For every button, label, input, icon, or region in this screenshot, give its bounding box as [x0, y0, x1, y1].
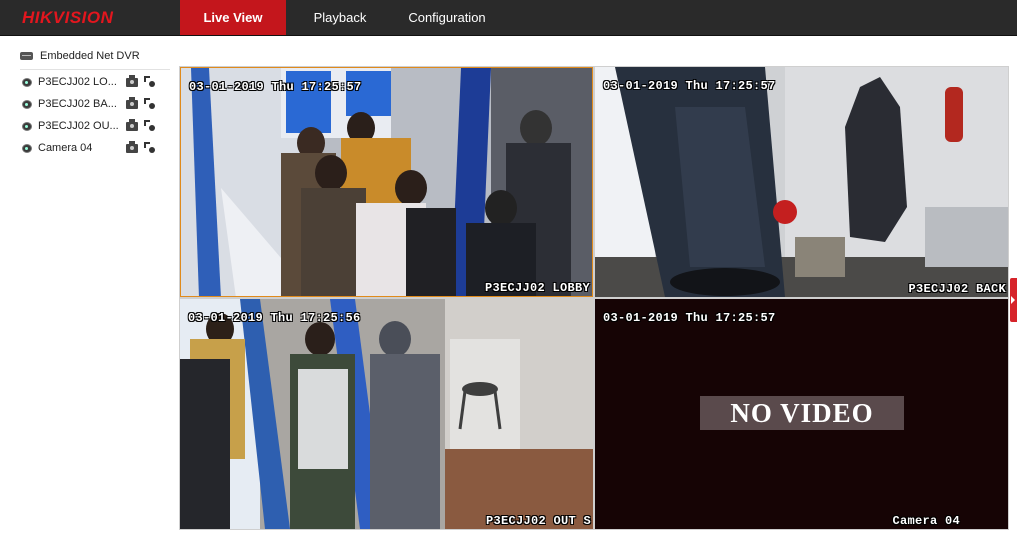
- camera-label: P3ECJJ02 OU...: [38, 120, 118, 132]
- camera-label: P3ECJJ02 BA...: [38, 98, 117, 110]
- dvr-icon: [20, 52, 33, 60]
- device-name: Embedded Net DVR: [40, 50, 140, 62]
- no-video-indicator: NO VIDEO: [700, 396, 904, 430]
- osd-camera-name: P3ECJJ02 OUT S: [485, 514, 591, 528]
- camera-list-item[interactable]: P3ECJJ02 LO...: [22, 73, 172, 91]
- record-icon[interactable]: [126, 74, 138, 87]
- camera-list-item[interactable]: Camera 04: [22, 139, 172, 157]
- camera-icon: [22, 99, 32, 109]
- record-icon[interactable]: [126, 118, 138, 131]
- video-tile-lobby[interactable]: 03-01-2019 Thu 17:25:57 P3ECJJ02 LOBBY: [180, 67, 593, 297]
- video-tile-camera-04[interactable]: 03-01-2019 Thu 17:25:57 NO VIDEO Camera …: [595, 299, 1008, 529]
- camera-icon: [22, 77, 32, 87]
- camera-list-item[interactable]: P3ECJJ02 BA...: [22, 95, 172, 113]
- osd-timestamp: 03-01-2019 Thu 17:25:56: [188, 311, 361, 325]
- video-feed-out: [180, 299, 593, 529]
- sidebar-divider: [20, 69, 170, 70]
- camera-icon: [22, 121, 32, 131]
- live-view-grid: 03-01-2019 Thu 17:25:57 P3ECJJ02 LOBBY 0…: [179, 66, 1009, 530]
- record-icon[interactable]: [126, 140, 138, 153]
- camera-icon: [22, 143, 32, 153]
- ptz-control-icon[interactable]: [144, 142, 156, 154]
- hikvision-logo: HIKVISION: [22, 8, 114, 27]
- camera-list-sidebar: Embedded Net DVR P3ECJJ02 LO... P3ECJJ02…: [0, 36, 178, 536]
- osd-timestamp: 03-01-2019 Thu 17:25:57: [603, 79, 776, 93]
- video-tile-out[interactable]: 03-01-2019 Thu 17:25:56 P3ECJJ02 OUT S: [180, 299, 593, 529]
- device-tree-root[interactable]: Embedded Net DVR: [20, 48, 140, 64]
- video-feed-back: [595, 67, 1008, 297]
- ptz-control-icon[interactable]: [144, 120, 156, 132]
- osd-camera-name: P3ECJJ02 BACK: [908, 282, 1006, 296]
- camera-label: Camera 04: [38, 142, 93, 154]
- video-tile-back[interactable]: 03-01-2019 Thu 17:25:57 P3ECJJ02 BACK: [595, 67, 1008, 297]
- osd-camera-name: P3ECJJ02 LOBBY: [484, 281, 590, 295]
- camera-list-item[interactable]: P3ECJJ02 OU...: [22, 117, 172, 135]
- video-feed-lobby: [181, 68, 592, 296]
- top-navigation-bar: HIKVISION Live View Playback Configurati…: [0, 0, 1017, 36]
- ptz-control-icon[interactable]: [144, 98, 156, 110]
- camera-label: P3ECJJ02 LO...: [38, 76, 117, 88]
- osd-timestamp: 03-01-2019 Thu 17:25:57: [603, 311, 776, 325]
- tab-playback[interactable]: Playback: [296, 0, 384, 35]
- osd-camera-name: Camera 04: [892, 514, 960, 528]
- ptz-control-icon[interactable]: [144, 76, 156, 88]
- tab-configuration[interactable]: Configuration: [394, 0, 500, 35]
- tab-live-view[interactable]: Live View: [180, 0, 286, 35]
- osd-timestamp: 03-01-2019 Thu 17:25:57: [189, 80, 362, 94]
- record-icon[interactable]: [126, 96, 138, 109]
- collapse-panel-handle[interactable]: [1010, 278, 1017, 322]
